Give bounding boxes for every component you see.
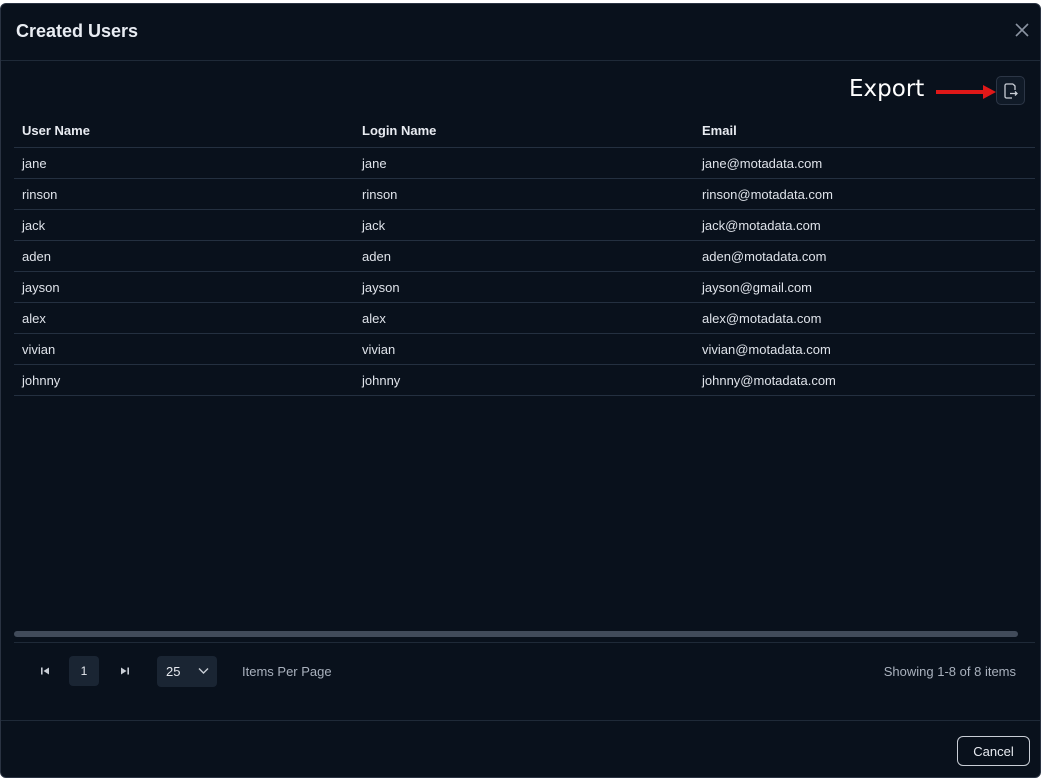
close-icon[interactable]	[1012, 20, 1032, 40]
cell-login-name: vivian	[354, 333, 694, 365]
cell-email: aden@motadata.com	[694, 240, 1035, 272]
dialog-title: Created Users	[16, 21, 139, 41]
cell-user-name: vivian	[14, 333, 354, 365]
annotation-arrow	[936, 85, 996, 99]
last-page-button[interactable]	[111, 656, 139, 686]
cell-email: vivian@motadata.com	[694, 333, 1035, 365]
table-row[interactable]: jane jane jane@motadata.com	[14, 147, 1035, 179]
export-button[interactable]	[996, 76, 1025, 105]
cell-email: rinson@motadata.com	[694, 178, 1035, 210]
table-row[interactable]: rinson rinson rinson@motadata.com	[14, 178, 1035, 210]
cell-user-name: rinson	[14, 178, 354, 210]
column-header-user-name[interactable]: User Name	[14, 114, 354, 148]
cell-email: jane@motadata.com	[694, 147, 1035, 179]
column-header-email[interactable]: Email	[694, 114, 1035, 148]
column-header-login-name[interactable]: Login Name	[354, 114, 694, 148]
table-row[interactable]: jayson jayson jayson@gmail.com	[14, 271, 1035, 303]
items-per-page-value: 25	[166, 664, 181, 679]
chevron-down-icon	[198, 668, 209, 674]
cancel-button[interactable]: Cancel	[957, 736, 1030, 766]
table-row[interactable]: jack jack jack@motadata.com	[14, 209, 1035, 241]
cell-user-name: johnny	[14, 364, 354, 396]
divider	[1, 720, 1040, 721]
cell-email: johnny@motadata.com	[694, 364, 1035, 396]
items-per-page-label: Items Per Page	[242, 664, 332, 679]
export-icon	[1004, 83, 1018, 99]
cell-login-name: jayson	[354, 271, 694, 303]
items-per-page-select[interactable]: 25	[157, 656, 217, 687]
export-annotation-label: Export	[849, 76, 925, 102]
cell-email: jack@motadata.com	[694, 209, 1035, 241]
cell-login-name: jack	[354, 209, 694, 241]
cell-user-name: jayson	[14, 271, 354, 303]
cell-login-name: aden	[354, 240, 694, 272]
cell-email: alex@motadata.com	[694, 302, 1035, 334]
cell-user-name: aden	[14, 240, 354, 272]
cell-email: jayson@gmail.com	[694, 271, 1035, 303]
table-row[interactable]: aden aden aden@motadata.com	[14, 240, 1035, 272]
last-page-icon	[121, 667, 129, 675]
cell-login-name: alex	[354, 302, 694, 334]
table-row[interactable]: vivian vivian vivian@motadata.com	[14, 333, 1035, 365]
table-row[interactable]: alex alex alex@motadata.com	[14, 302, 1035, 334]
created-users-dialog: Created Users Export User Name Login Nam…	[0, 3, 1041, 778]
cell-user-name: jack	[14, 209, 354, 241]
table-header-row: User Name Login Name Email	[14, 114, 1035, 148]
dialog-header: Created Users	[1, 4, 1040, 61]
table-row[interactable]: johnny johnny johnny@motadata.com	[14, 364, 1035, 396]
divider	[14, 642, 1035, 643]
first-page-button[interactable]	[31, 656, 59, 686]
page-number-button[interactable]: 1	[69, 656, 99, 686]
showing-items-text: Showing 1-8 of 8 items	[883, 664, 1016, 679]
cell-login-name: johnny	[354, 364, 694, 396]
cell-user-name: jane	[14, 147, 354, 179]
users-table: User Name Login Name Email jane jane jan…	[14, 114, 1035, 396]
cell-user-name: alex	[14, 302, 354, 334]
horizontal-scrollbar[interactable]	[14, 631, 1018, 637]
cell-login-name: rinson	[354, 178, 694, 210]
first-page-icon	[41, 667, 49, 675]
cell-login-name: jane	[354, 147, 694, 179]
